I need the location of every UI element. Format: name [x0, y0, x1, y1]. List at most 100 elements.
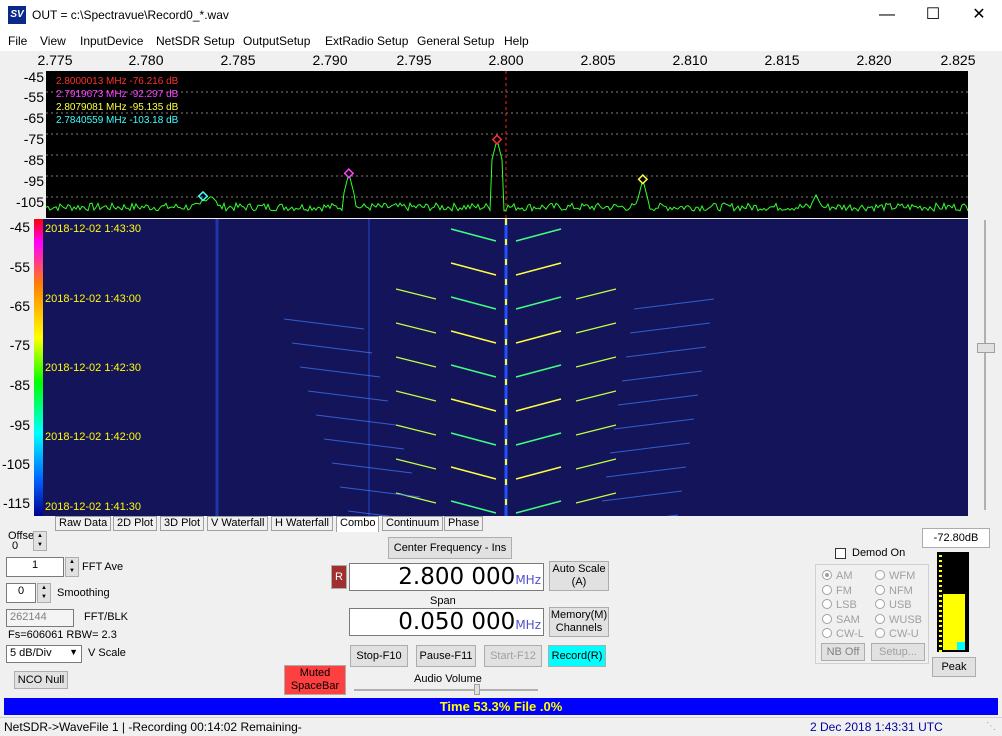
demod-radio-nfm[interactable]: NFM	[875, 584, 913, 597]
tab-continuum[interactable]: Continuum	[382, 516, 444, 531]
menu-help[interactable]: Help	[504, 34, 529, 48]
center-frequency-display[interactable]: 2.800 000MHz	[349, 563, 544, 591]
stop-button[interactable]: Stop-F10	[350, 645, 408, 667]
demod-radio-sam[interactable]: SAM	[822, 613, 860, 626]
audio-volume-track	[354, 689, 538, 691]
menu-outputsetup[interactable]: OutputSetup	[243, 34, 310, 48]
freq-tick: 2.790	[312, 52, 348, 68]
demod-radio-label: CW-L	[836, 628, 864, 640]
vscale-value: 5 dB/Div	[10, 647, 52, 659]
r-button[interactable]: R	[331, 565, 347, 589]
waterfall-timestamp: 2018-12-02 1:42:00	[45, 431, 142, 443]
menu-extradio-setup[interactable]: ExtRadio Setup	[325, 34, 408, 48]
close-icon[interactable]: ✕	[956, 0, 1002, 31]
waterfall-trace	[617, 394, 699, 406]
menu-inputdevice[interactable]: InputDevice	[80, 34, 143, 48]
memory-channels-button[interactable]: Memory(M) Channels	[549, 607, 609, 637]
maximize-icon[interactable]: ☐	[910, 0, 956, 31]
peak-button[interactable]: Peak	[932, 657, 976, 677]
waterfall-trace	[575, 356, 617, 368]
demod-radio-label: NFM	[889, 584, 913, 597]
waterfall-trace	[613, 418, 695, 430]
setup-button[interactable]: Setup...	[871, 643, 925, 661]
demod-radio-wusb[interactable]: WUSB	[875, 613, 922, 626]
waterfall-trace	[291, 342, 373, 354]
tab-h-waterfall[interactable]: H Waterfall	[271, 516, 333, 531]
muted-spacebar-button[interactable]: Muted SpaceBar	[284, 665, 346, 695]
marker-diamond[interactable]	[197, 190, 209, 202]
center-frequency-button[interactable]: Center Frequency - Ins	[388, 537, 512, 559]
waterfall-trace	[283, 318, 365, 330]
demod-radio-fm[interactable]: FM	[822, 584, 852, 597]
demod-on-checkbox[interactable]	[835, 548, 846, 559]
waterfall-trace	[395, 288, 437, 300]
menu-file[interactable]: File	[8, 34, 27, 48]
waterfall-trace	[307, 390, 389, 402]
marker-readout: 2.7919673 MHz -92.297 dB	[56, 89, 179, 100]
window-title: OUT = c:\Spectravue\Record0_*.wav	[32, 8, 229, 22]
span-unit: MHz	[515, 618, 541, 632]
waterfall-trace	[450, 398, 497, 412]
pause-button[interactable]: Pause-F11	[416, 645, 476, 667]
auto-scale-button[interactable]: Auto Scale (A)	[549, 561, 609, 591]
spectrum-plot[interactable]: 2.8000013 MHz -76.216 dB 2.7919673 MHz -…	[46, 71, 968, 218]
demod-radio-usb[interactable]: USB	[875, 599, 912, 611]
waterfall-trace	[625, 346, 707, 358]
demod-radio-am[interactable]: AM	[822, 570, 853, 582]
tab-raw-data[interactable]: Raw Data	[55, 516, 112, 531]
waterfall-db-label: -95	[9, 417, 30, 433]
fft-ave-input[interactable]: 1	[6, 557, 64, 577]
waterfall-db-label: -115	[3, 495, 30, 511]
menu-view[interactable]: View	[40, 34, 66, 48]
demod-radio-lsb[interactable]: LSB	[822, 599, 857, 611]
nb-off-button[interactable]: NB Off	[821, 643, 865, 661]
menu-general-setup[interactable]: General Setup	[417, 34, 494, 48]
record-button[interactable]: Record(R)	[548, 645, 606, 667]
marker-diamond[interactable]	[491, 134, 503, 145]
freq-tick: 2.805	[580, 52, 616, 68]
minimize-icon[interactable]: —	[864, 0, 910, 31]
waterfall-trace	[575, 288, 617, 300]
span-value: 0.050 000	[398, 609, 516, 635]
offset-spinner[interactable]: ▲ ▼	[33, 531, 47, 551]
smoothing-spinner[interactable]: ▲ ▼	[37, 583, 51, 603]
smoothing-input[interactable]: 0	[6, 583, 36, 603]
demod-radio-cw-u[interactable]: CW-U	[875, 628, 919, 640]
audio-volume-slider[interactable]	[474, 684, 481, 695]
waterfall-trace	[515, 330, 562, 344]
waterfall-trace	[395, 458, 437, 470]
waterfall-trace	[629, 322, 711, 334]
fft-blk-select[interactable]: 262144	[6, 609, 74, 627]
tab-3d-plot[interactable]: 3D Plot	[160, 516, 205, 531]
vertical-slider-thumb[interactable]	[977, 343, 995, 353]
waterfall-trace	[621, 370, 703, 382]
tab-phase[interactable]: Phase	[444, 516, 484, 531]
spectravue-app-icon[interactable]: SV	[8, 6, 26, 24]
level-readout: -72.80dB	[922, 528, 990, 548]
fft-ave-spinner[interactable]: ▲ ▼	[65, 557, 79, 577]
menu-netsdr-setup[interactable]: NetSDR Setup	[156, 34, 235, 48]
waterfall-trace	[605, 466, 687, 478]
waterfall-trace	[575, 390, 617, 402]
nco-null-button[interactable]: NCO Null	[14, 671, 68, 689]
start-button[interactable]: Start-F12	[484, 645, 542, 667]
waterfall-db-label: -55	[9, 259, 30, 275]
waterfall-trace	[633, 298, 715, 310]
tab-2d-plot[interactable]: 2D Plot	[113, 516, 158, 531]
span-display[interactable]: 0.050 000MHz	[349, 608, 544, 636]
status-left: NetSDR->WaveFile 1 | -Recording 00:14:02…	[4, 720, 302, 734]
demod-radio-label: SAM	[836, 613, 860, 626]
spectrum-db-label: -75	[23, 131, 44, 147]
waterfall-trace	[450, 330, 497, 344]
freq-tick: 2.820	[856, 52, 892, 68]
waterfall-display[interactable]: 2018-12-02 1:43:30 2018-12-02 1:43:00 20…	[34, 219, 968, 516]
freq-tick: 2.800	[488, 52, 524, 68]
freq-tick: 2.825	[940, 52, 976, 68]
vscale-select[interactable]: 5 dB/Div ▼	[6, 645, 82, 663]
resize-grip-icon[interactable]: ⋱	[986, 721, 996, 732]
tab-v-waterfall[interactable]: V Waterfall	[207, 516, 269, 531]
demod-radio-wfm[interactable]: WFM	[875, 570, 915, 582]
tab-combo[interactable]: Combo	[336, 516, 380, 532]
waterfall-db-label: -75	[9, 337, 30, 353]
demod-radio-cw-l[interactable]: CW-L	[822, 628, 864, 640]
